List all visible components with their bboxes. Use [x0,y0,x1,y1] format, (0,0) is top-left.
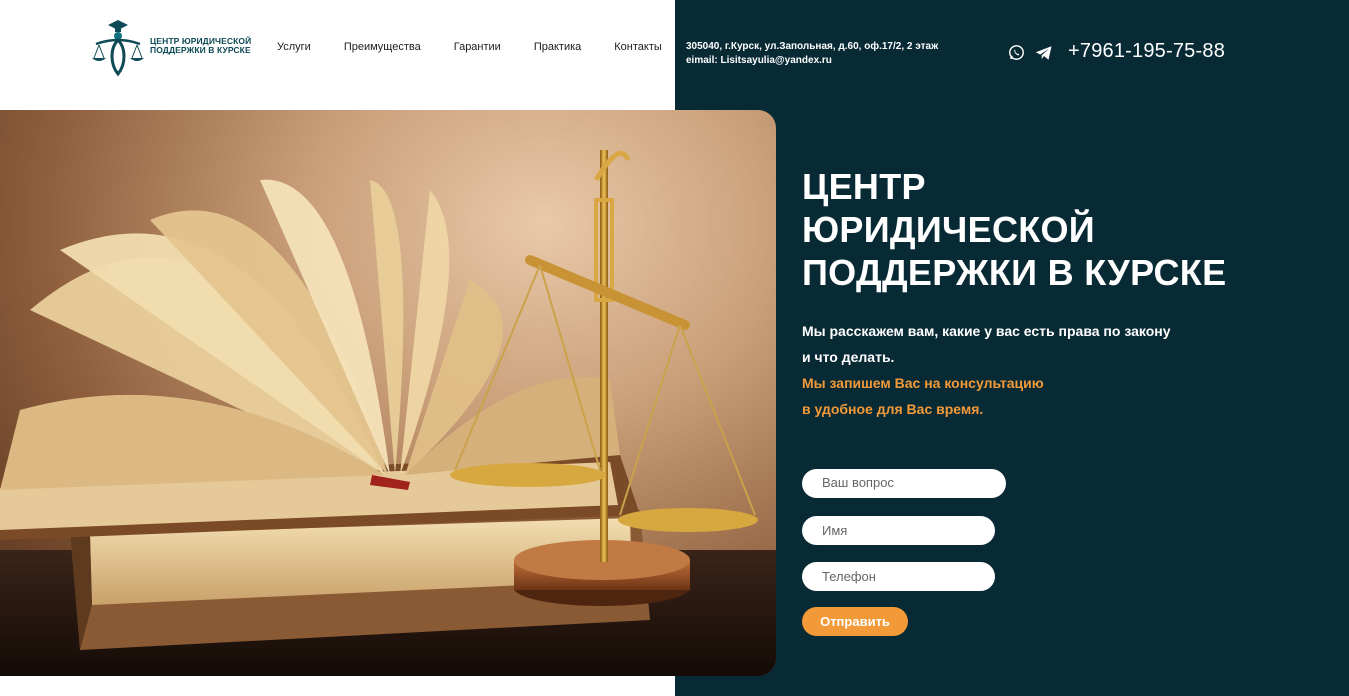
books-and-scales-illustration [0,150,776,676]
social-links [1008,44,1053,66]
lead-line2: и что делать. [802,349,895,365]
submit-button[interactable]: Отправить [802,607,908,636]
lead-line1: Мы расскажем вам, какие у вас есть права… [802,323,1171,339]
site-logo[interactable]: ЦЕНТР ЮРИДИЧЕСКОЙ ПОДДЕРЖКИ В КУРСКЕ [88,18,251,78]
whatsapp-icon[interactable] [1008,44,1025,66]
accent-line1: Мы запишем Вас на консультацию [802,375,1044,391]
phone-number[interactable]: +7961-195-75-88 [1068,40,1225,63]
nav-item-services[interactable]: Услуги [277,41,311,53]
name-field[interactable] [802,516,995,545]
hero-image [0,110,776,676]
hero-title-line2: ЮРИДИЧЕСКОЙ [802,209,1095,250]
nav-item-advantages[interactable]: Преимущества [344,41,421,53]
telegram-icon[interactable] [1035,45,1053,66]
logo-text-line2: ПОДДЕРЖКИ В КУРСКЕ [150,45,251,55]
hero-lead: Мы расскажем вам, какие у вас есть права… [802,318,1222,422]
scales-person-logo-icon [92,20,144,77]
logo-text: ЦЕНТР ЮРИДИЧЕСКОЙ ПОДДЕРЖКИ В КУРСКЕ [150,37,260,55]
hero-title-line3: ПОДДЕРЖКИ В КУРСКЕ [802,252,1227,293]
main-nav: Услуги Преимущества Гарантии Практика Ко… [277,41,695,53]
question-field[interactable] [802,469,1006,498]
email-text[interactable]: eimail: Lisitsayulia@yandex.ru [686,54,938,68]
accent-line2: в удобное для Вас время. [802,401,984,417]
contact-info: 305040, г.Курск, ул.Запольная, д.60, оф.… [686,40,938,68]
hero-title-line1: ЦЕНТР [802,166,926,207]
phone-field[interactable] [802,562,995,591]
nav-item-contacts[interactable]: Контакты [614,41,662,53]
address-text: 305040, г.Курск, ул.Запольная, д.60, оф.… [686,41,939,52]
nav-item-practice[interactable]: Практика [534,41,581,53]
hero-title: ЦЕНТР ЮРИДИЧЕСКОЙ ПОДДЕРЖКИ В КУРСКЕ [802,165,1322,294]
nav-item-guarantees[interactable]: Гарантии [454,41,501,53]
